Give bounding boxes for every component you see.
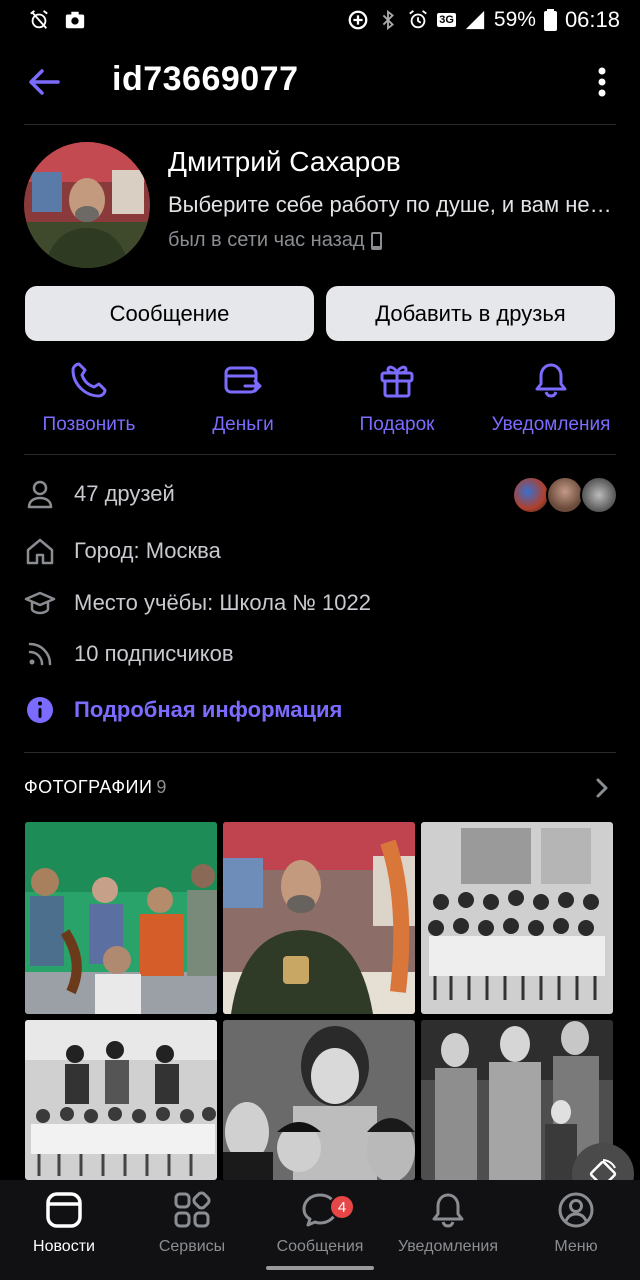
nav-messages[interactable]: 4 Сообщения bbox=[256, 1190, 384, 1256]
profile-name: Дмитрий Сахаров bbox=[168, 146, 401, 177]
bottom-navigation: Новости Сервисы 4 Сообщения Уведомления … bbox=[0, 1180, 640, 1280]
detailed-info-label: Подробная информация bbox=[74, 697, 343, 722]
friend-avatar[interactable] bbox=[512, 476, 550, 514]
school-text: Место учёбы: Школа № 1022 bbox=[74, 590, 371, 615]
messages-badge: 4 bbox=[329, 1194, 355, 1220]
photo-thumbnail[interactable] bbox=[25, 1020, 217, 1180]
city-text: Город: Москва bbox=[74, 538, 221, 563]
news-icon bbox=[46, 1192, 82, 1228]
battery-icon bbox=[543, 9, 557, 31]
actions-divider bbox=[24, 454, 616, 455]
network-type: 3G bbox=[437, 13, 456, 27]
profile-icon bbox=[558, 1192, 594, 1228]
photo-thumbnail[interactable] bbox=[223, 822, 415, 1014]
bluetooth-icon bbox=[382, 9, 395, 31]
money-label: Деньги bbox=[212, 414, 274, 435]
nav-notifications[interactable]: Уведомления bbox=[384, 1190, 512, 1256]
message-button[interactable]: Сообщение bbox=[25, 286, 314, 341]
chevron-right-icon[interactable] bbox=[592, 776, 612, 800]
phone-icon bbox=[71, 362, 107, 398]
status-bar: 3G 59% 06:18 bbox=[0, 0, 640, 40]
clock: 06:18 bbox=[564, 7, 620, 32]
battery-percent: 59% bbox=[493, 8, 536, 31]
alarm-icon bbox=[409, 10, 428, 29]
photo-thumbnail[interactable] bbox=[223, 1020, 415, 1180]
add-friend-button[interactable]: Добавить в друзья bbox=[326, 286, 615, 341]
photo-thumbnail[interactable] bbox=[421, 822, 613, 1014]
person-icon bbox=[27, 480, 53, 509]
mobile-phone-icon bbox=[370, 231, 382, 250]
city-row: Город: Москва bbox=[24, 535, 221, 567]
friends-row[interactable]: 47 друзей bbox=[24, 478, 175, 510]
rss-feed-icon bbox=[28, 642, 52, 666]
online-status: был в сети час назад bbox=[168, 229, 382, 252]
bell-icon bbox=[535, 363, 567, 398]
friends-count: 47 друзей bbox=[74, 481, 175, 506]
friend-avatar[interactable] bbox=[580, 476, 618, 514]
services-icon bbox=[174, 1191, 211, 1228]
nav-menu-label: Меню bbox=[554, 1238, 598, 1255]
school-row: Место учёбы: Школа № 1022 bbox=[24, 587, 371, 619]
data-saver-icon bbox=[348, 10, 368, 30]
photos-title: ФОТОГРАФИИ bbox=[24, 777, 153, 797]
profile-status: Выберите себе работу по душе, и вам не п… bbox=[168, 192, 614, 217]
top-app-bar: id73669077 bbox=[0, 44, 640, 120]
nav-menu[interactable]: Меню bbox=[512, 1190, 640, 1256]
back-arrow-icon[interactable] bbox=[26, 64, 62, 100]
home-icon bbox=[26, 538, 54, 565]
camera-icon bbox=[65, 11, 85, 29]
bell-icon bbox=[432, 1193, 464, 1228]
page-title: id73669077 bbox=[112, 60, 299, 98]
photos-section-header[interactable]: ФОТОГРАФИИ 9 bbox=[24, 777, 167, 798]
call-label: Позвонить bbox=[42, 414, 136, 435]
nav-services[interactable]: Сервисы bbox=[128, 1190, 256, 1256]
alarm-off-icon bbox=[30, 10, 48, 29]
nav-messages-label: Сообщения bbox=[276, 1238, 364, 1255]
detailed-info-link[interactable]: Подробная информация bbox=[24, 694, 342, 726]
nav-news-label: Новости bbox=[33, 1238, 95, 1255]
nav-notifications-label: Уведомления bbox=[397, 1238, 499, 1255]
notifications-action[interactable]: Уведомления bbox=[476, 360, 626, 436]
signal-icon bbox=[465, 10, 485, 30]
friend-avatar[interactable] bbox=[546, 476, 584, 514]
call-action[interactable]: Позвонить bbox=[14, 360, 164, 436]
followers-row[interactable]: 10 подписчиков bbox=[24, 638, 234, 670]
nav-services-label: Сервисы bbox=[158, 1238, 226, 1255]
info-icon bbox=[27, 697, 53, 723]
gift-label: Подарок bbox=[359, 414, 435, 435]
profile-avatar[interactable] bbox=[24, 142, 150, 268]
graduation-cap-icon bbox=[24, 591, 56, 615]
online-status-text: был в сети час назад bbox=[168, 229, 365, 251]
photos-count: 9 bbox=[156, 777, 167, 797]
money-transfer-icon bbox=[224, 366, 262, 394]
info-divider bbox=[24, 752, 616, 753]
money-action[interactable]: Деньги bbox=[168, 360, 318, 436]
gift-action[interactable]: Подарок bbox=[322, 360, 472, 436]
photo-thumbnail[interactable] bbox=[25, 822, 217, 1014]
followers-count: 10 подписчиков bbox=[74, 641, 234, 666]
notifications-label: Уведомления bbox=[491, 414, 611, 435]
nav-news[interactable]: Новости bbox=[0, 1190, 128, 1256]
header-divider bbox=[24, 124, 616, 125]
more-options-icon[interactable] bbox=[588, 64, 616, 100]
gift-icon bbox=[380, 365, 414, 398]
home-indicator bbox=[266, 1266, 374, 1270]
